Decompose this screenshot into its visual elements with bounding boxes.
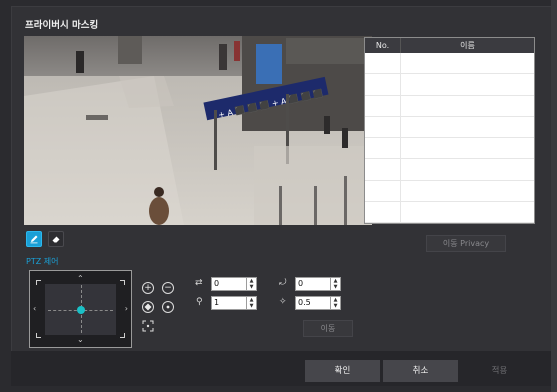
focus-near-icon[interactable] — [142, 301, 154, 313]
draw-mask-button[interactable] — [26, 231, 42, 247]
chevron-left-icon[interactable]: ‹ — [33, 305, 36, 313]
cell-no — [365, 53, 401, 74]
table-header: No. 이름 — [365, 38, 534, 53]
cell-name — [401, 53, 534, 73]
erase-mask-button[interactable] — [48, 231, 64, 247]
pan-icon: ⇄ — [195, 278, 203, 288]
cell-name — [401, 138, 534, 158]
pan-spin-arrows[interactable]: ▲ ▼ — [247, 277, 257, 291]
pencil-icon — [30, 235, 38, 244]
cell-no — [365, 74, 401, 95]
table-row[interactable] — [365, 116, 534, 139]
corner-mark — [120, 280, 125, 285]
camera-image: + A ⬛ ⬛ ⬛ + A ⬛ ⬛ ⬛ — [24, 36, 372, 225]
pan-input[interactable]: 0 — [211, 277, 247, 291]
window-scrollbar[interactable] — [551, 0, 557, 392]
ptz-control-label: PTZ 제어 — [26, 257, 59, 266]
area-zoom-glyph — [142, 320, 154, 332]
table-row[interactable] — [365, 138, 534, 160]
column-header-no[interactable]: No. — [365, 38, 401, 53]
cell-name — [401, 117, 534, 137]
table-row[interactable] — [365, 74, 534, 96]
spin-down-icon[interactable]: ▼ — [331, 303, 340, 309]
tilt-spin-arrows[interactable]: ▲ ▼ — [331, 277, 341, 291]
ok-button[interactable]: 확인 — [305, 360, 380, 382]
chevron-right-icon[interactable]: › — [125, 305, 128, 313]
zoom-spinner[interactable]: 1 ▲ ▼ — [211, 296, 257, 310]
table-row[interactable] — [365, 159, 534, 181]
spin-down-icon[interactable]: ▼ — [247, 284, 256, 290]
table-body — [365, 53, 534, 224]
corner-mark — [120, 333, 125, 338]
ptz-joystick[interactable]: ⌃ ⌄ ‹ › — [29, 270, 132, 348]
cell-name — [401, 96, 534, 116]
move-privacy-button[interactable]: 이동 Privacy — [426, 235, 506, 252]
cell-no — [365, 159, 401, 180]
spin-down-icon[interactable]: ▼ — [331, 284, 340, 290]
tilt-icon: ⤾ — [279, 278, 287, 288]
joystick-handle[interactable] — [77, 306, 85, 314]
chevron-down-icon[interactable]: ⌄ — [77, 336, 84, 344]
chevron-up-icon[interactable]: ⌃ — [77, 275, 84, 283]
table-row[interactable] — [365, 53, 534, 75]
cell-name — [401, 181, 534, 201]
corner-mark — [36, 280, 41, 285]
cell-name — [401, 159, 534, 179]
cancel-button[interactable]: 취소 — [383, 360, 458, 382]
cell-no — [365, 138, 401, 159]
corner-mark — [36, 333, 41, 338]
cell-no — [365, 116, 401, 138]
dialog-title: 프라이버시 마스킹 — [25, 20, 99, 31]
magnifier-icon: ⚲ — [196, 297, 203, 307]
move-button[interactable]: 이동 — [303, 320, 353, 337]
spin-down-icon[interactable]: ▼ — [247, 303, 256, 309]
area-zoom-icon[interactable] — [142, 320, 154, 332]
focus-near-glyph — [144, 303, 152, 311]
apply-button[interactable]: 적용 — [462, 360, 537, 382]
focus-far-glyph — [166, 305, 170, 309]
zoom-spin-arrows[interactable]: ▲ ▼ — [247, 296, 257, 310]
cell-name — [401, 74, 534, 94]
eraser-icon — [52, 236, 60, 243]
focus-spinner[interactable]: 0.5 ▲ ▼ — [295, 296, 341, 310]
focus-far-icon[interactable] — [162, 301, 174, 313]
cell-no — [365, 95, 401, 116]
zoom-in-icon[interactable]: + — [142, 282, 154, 294]
cell-no — [365, 202, 401, 223]
privacy-mask-table: No. 이름 — [364, 37, 535, 224]
zoom-input[interactable]: 1 — [211, 296, 247, 310]
privacy-masking-dialog: 프라이버시 마스킹 + A ⬛ ⬛ ⬛ + A ⬛ ⬛ ⬛ No. 이름 이동 … — [11, 6, 553, 386]
camera-preview[interactable]: + A ⬛ ⬛ ⬛ + A ⬛ ⬛ ⬛ — [24, 36, 372, 225]
tilt-spinner[interactable]: 0 ▲ ▼ — [295, 277, 341, 291]
focus-icon: ✧ — [279, 297, 287, 307]
cell-no — [365, 180, 401, 202]
pan-spinner[interactable]: 0 ▲ ▼ — [211, 277, 257, 291]
table-row[interactable] — [365, 180, 534, 203]
cell-name — [401, 202, 534, 222]
focus-spin-arrows[interactable]: ▲ ▼ — [331, 296, 341, 310]
column-header-name[interactable]: 이름 — [401, 38, 534, 53]
table-row[interactable] — [365, 95, 534, 117]
focus-input[interactable]: 0.5 — [295, 296, 331, 310]
tilt-input[interactable]: 0 — [295, 277, 331, 291]
zoom-out-icon[interactable]: − — [162, 282, 174, 294]
table-row[interactable] — [365, 202, 534, 224]
